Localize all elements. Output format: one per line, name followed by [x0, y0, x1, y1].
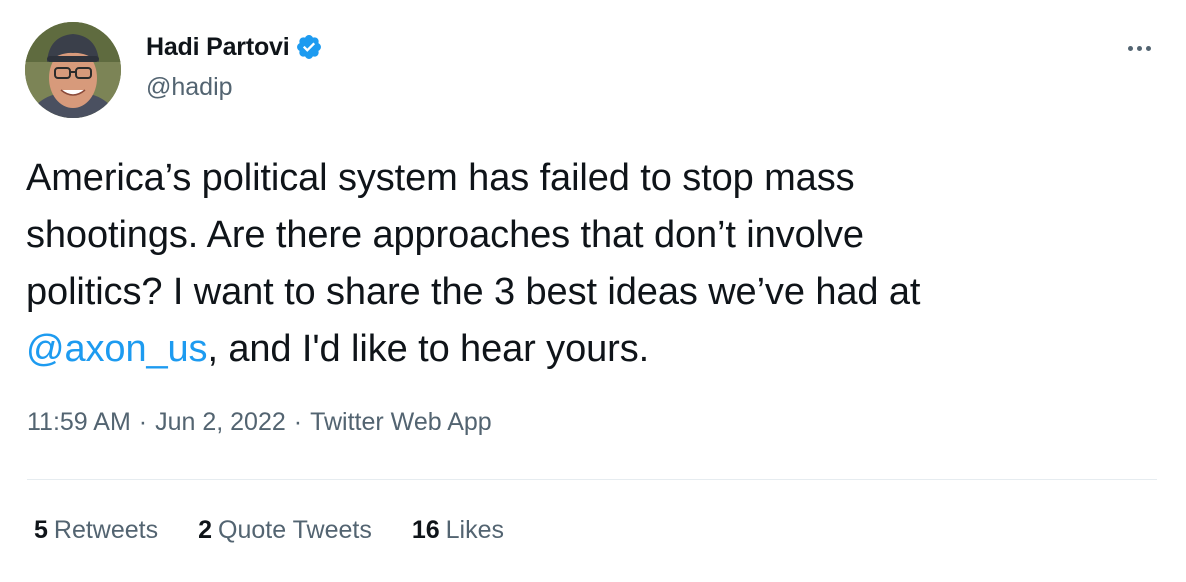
tweet-date[interactable]: Jun 2, 2022 — [155, 408, 286, 436]
tweet-text-rest: , and I'd like to hear yours. — [207, 328, 650, 370]
tweet-card: Hadi Partovi @hadip America’s political … — [0, 0, 1186, 582]
tweet-text-line: politics? I want to share the 3 best ide… — [26, 271, 921, 313]
tweet-text: America’s political system has failed to… — [26, 150, 1166, 378]
author-name-row[interactable]: Hadi Partovi — [146, 30, 323, 64]
mention-link[interactable]: @axon_us — [26, 328, 208, 370]
quote-tweets-label: Quote Tweets — [218, 516, 372, 544]
tweet-time[interactable]: 11:59 AM — [27, 408, 131, 436]
tweet-text-line: shootings. Are there approaches that don… — [26, 214, 864, 256]
retweets-stat[interactable]: 5 Retweets — [34, 516, 158, 545]
display-name[interactable]: Hadi Partovi — [146, 33, 290, 62]
more-options-icon[interactable] — [1121, 36, 1157, 60]
likes-count: 16 — [411, 516, 440, 544]
tweet-stats: 5 Retweets 2 Quote Tweets 16 Likes — [34, 516, 504, 545]
quote-tweets-stat[interactable]: 2 Quote Tweets — [198, 516, 372, 545]
author-handle[interactable]: @hadip — [146, 73, 233, 102]
meta-separator: · — [138, 408, 148, 436]
likes-stat[interactable]: 16 Likes — [412, 516, 504, 545]
dot — [1145, 45, 1151, 51]
retweets-count: 5 — [34, 516, 48, 544]
avatar-image — [25, 22, 121, 118]
divider — [27, 479, 1157, 480]
dot — [1127, 45, 1133, 51]
retweets-label: Retweets — [53, 516, 159, 544]
likes-label: Likes — [445, 516, 505, 544]
dot — [1136, 45, 1142, 51]
tweet-meta: 11:59 AM · Jun 2, 2022 · Twitter Web App — [27, 408, 492, 437]
meta-separator: · — [293, 408, 303, 436]
verified-badge-icon — [297, 35, 322, 59]
tweet-source[interactable]: Twitter Web App — [310, 408, 492, 436]
quote-tweets-count: 2 — [198, 516, 213, 544]
avatar[interactable] — [25, 22, 121, 118]
tweet-text-line: @axon_us, and I'd like to hear yours. — [26, 321, 1166, 378]
tweet-text-line: America’s political system has failed to… — [26, 157, 855, 199]
